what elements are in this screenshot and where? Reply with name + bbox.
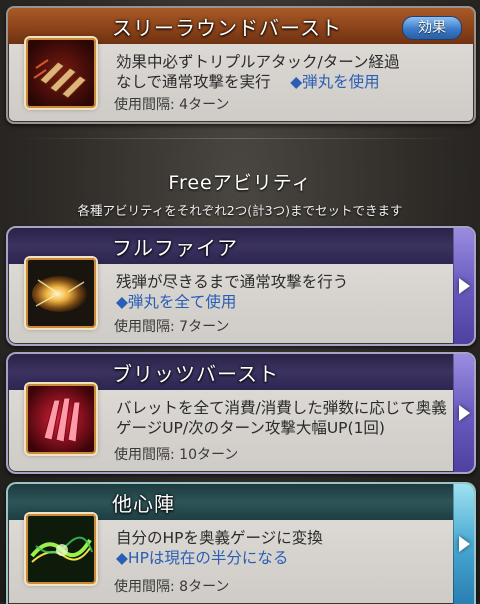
ability-cooldown: 使用間隔: 8ターン xyxy=(114,579,230,595)
support-ability-name: スリーラウンドバースト xyxy=(112,16,342,40)
ability-highlight: ◆弾丸を全て使用 xyxy=(116,293,237,311)
ability-card-tashinjin[interactable]: 他心陣 自分のHPを奥義ゲージに変換 ◆HPは現在の半分になる 使用間隔: 8タ… xyxy=(6,482,476,604)
ability-detail-tab[interactable] xyxy=(453,484,474,604)
ability-name: 他心陣 xyxy=(112,492,175,516)
bullets-icon xyxy=(26,38,96,108)
ability-description: 自分のHPを奥義ゲージに変換 ◆HPは現在の半分になる xyxy=(116,529,323,567)
ability-description: バレットを全て消費/消費した弾数に応じて奥義 ゲージUP/次のターン攻撃大幅UP… xyxy=(116,399,447,437)
section-subtitle: 各種アビリティをそれぞれ2つ(計3つ)までセットできます xyxy=(77,203,403,218)
effect-button[interactable]: 効果 xyxy=(402,16,462,40)
ability-cooldown: 使用間隔: 7ターン xyxy=(114,319,230,335)
support-ability-highlight: ◆弾丸を使用 xyxy=(290,73,380,91)
arrow-right-icon xyxy=(459,536,470,552)
section-title: Freeアビリティ xyxy=(168,172,312,194)
ability-description: 残弾が尽きるまで通常攻撃を行う ◆弾丸を全て使用 xyxy=(116,273,349,311)
divider xyxy=(20,138,460,139)
support-ability-description: 効果中必ずトリプルアタック/ターン経過 なしで通常攻撃を実行 ◆弾丸を使用 xyxy=(116,53,400,91)
muzzle-flash-icon xyxy=(26,258,96,328)
arrow-right-icon xyxy=(459,278,470,294)
ability-detail-tab[interactable] xyxy=(453,228,474,344)
support-ability-cooldown: 使用間隔: 4ターン xyxy=(114,97,230,113)
arrow-right-icon xyxy=(459,405,470,421)
ability-name: ブリッツバースト xyxy=(112,362,279,386)
ability-cooldown: 使用間隔: 10ターン xyxy=(114,447,239,463)
red-bullets-icon xyxy=(26,384,96,454)
ability-highlight: ◆HPは現在の半分になる xyxy=(116,549,289,567)
green-energy-icon xyxy=(26,514,96,584)
ability-card-blitz-burst[interactable]: ブリッツバースト バレットを全て消費/消費した弾数に応じて奥義 ゲージUP/次の… xyxy=(6,352,476,474)
ability-detail-tab[interactable] xyxy=(453,354,474,472)
ability-name: フルファイア xyxy=(112,236,238,260)
support-ability-card[interactable]: スリーラウンドバースト 効果 効果中必ずトリプルアタック/ターン経過 なしで通常… xyxy=(6,6,476,124)
ability-card-full-fire[interactable]: フルファイア 残弾が尽きるまで通常攻撃を行う ◆弾丸を全て使用 使用間隔: 7タ… xyxy=(6,226,476,346)
